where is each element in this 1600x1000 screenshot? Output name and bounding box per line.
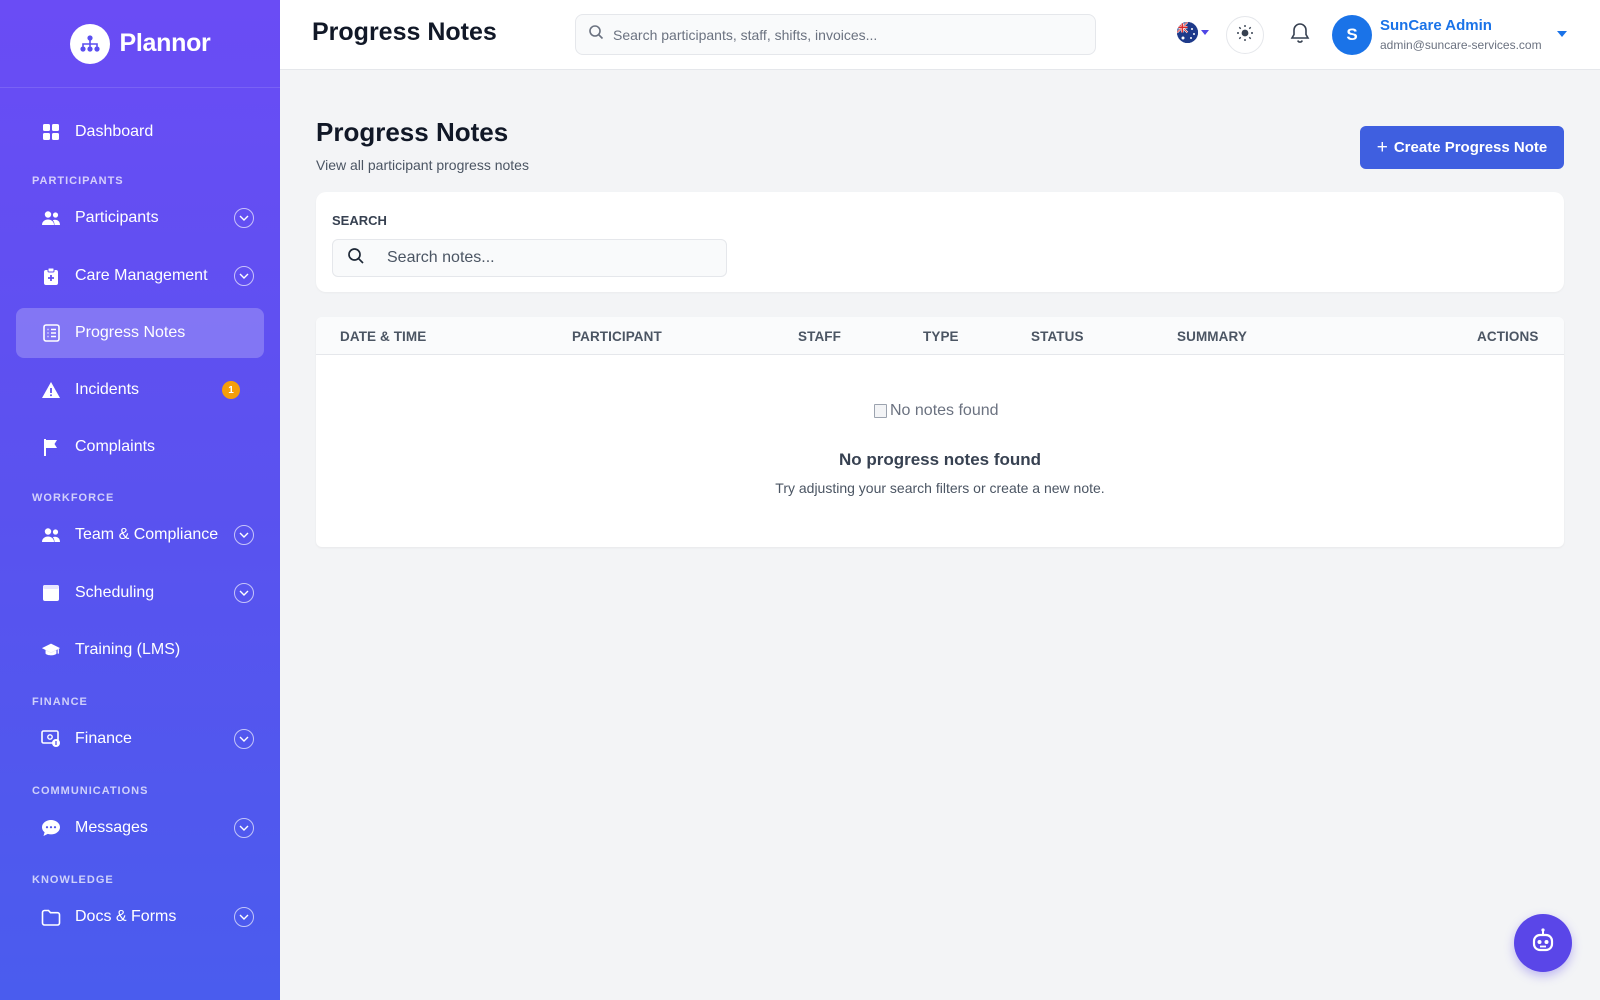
progress-notes-table: DATE & TIME PARTICIPANT STAFF TYPE STATU… bbox=[316, 317, 1564, 547]
notes-search-box[interactable] bbox=[332, 239, 727, 277]
create-progress-note-button[interactable]: + Create Progress Note bbox=[1360, 126, 1564, 169]
org-chart-logo-icon bbox=[69, 23, 110, 64]
search-icon bbox=[347, 247, 365, 270]
robot-icon bbox=[1529, 927, 1557, 960]
assistant-bot-button[interactable] bbox=[1514, 914, 1572, 972]
sidebar-item-label: Finance bbox=[75, 730, 132, 747]
create-button-label: Create Progress Note bbox=[1393, 139, 1548, 156]
sidebar-item-team-compliance[interactable]: Team & Compliance bbox=[16, 510, 264, 560]
clipboard-care-icon bbox=[41, 266, 61, 286]
warning-triangle-icon bbox=[41, 380, 61, 400]
column-header-actions: ACTIONS bbox=[1477, 329, 1539, 344]
top-header: Progress Notes S SunCare Admin admin@sun… bbox=[280, 0, 1600, 70]
sidebar-item-label: Complaints bbox=[75, 438, 156, 455]
team-icon bbox=[41, 525, 61, 545]
notes-search-input[interactable] bbox=[387, 249, 707, 267]
chevron-down-icon[interactable] bbox=[234, 525, 254, 545]
sun-icon bbox=[1236, 24, 1254, 47]
sidebar-section-communications: COMMUNICATIONS bbox=[32, 785, 149, 797]
calendar-icon bbox=[41, 583, 61, 603]
chevron-down-icon[interactable] bbox=[234, 583, 254, 603]
language-selector[interactable] bbox=[1177, 22, 1209, 43]
table-header-row: DATE & TIME PARTICIPANT STAFF TYPE STATU… bbox=[316, 317, 1564, 355]
sidebar-item-label: Scheduling bbox=[75, 584, 155, 601]
broken-image-icon bbox=[874, 404, 887, 418]
sidebar-item-label: Participants bbox=[75, 209, 159, 226]
notes-list-icon bbox=[41, 323, 61, 343]
brand[interactable]: Plannor bbox=[0, 0, 280, 88]
header-title: Progress Notes bbox=[312, 18, 497, 46]
page-subtitle: View all participant progress notes bbox=[316, 157, 529, 173]
sidebar-nav: Dashboard PARTICIPANTS Participants Care… bbox=[0, 88, 280, 942]
sidebar-item-label: Docs & Forms bbox=[75, 908, 177, 925]
sidebar-item-care-management[interactable]: Care Management bbox=[16, 251, 264, 301]
user-avatar[interactable]: S bbox=[1332, 15, 1372, 55]
empty-image-alt-text: No notes found bbox=[890, 402, 999, 419]
global-search-box[interactable] bbox=[575, 14, 1096, 55]
sidebar: Plannor Dashboard PARTICIPANTS Participa… bbox=[0, 0, 280, 1000]
column-header-staff[interactable]: STAFF bbox=[798, 329, 841, 344]
sidebar-item-label: Messages bbox=[75, 819, 148, 836]
chevron-down-icon[interactable] bbox=[234, 208, 254, 228]
user-name[interactable]: SunCare Admin bbox=[1380, 17, 1492, 34]
search-filter-card: SEARCH bbox=[316, 192, 1564, 292]
dashboard-grid-icon bbox=[41, 122, 61, 142]
sidebar-item-docs-forms[interactable]: Docs & Forms bbox=[16, 892, 264, 942]
global-search-input[interactable] bbox=[613, 26, 1073, 43]
sidebar-item-scheduling[interactable]: Scheduling bbox=[16, 568, 264, 618]
chevron-down-icon[interactable] bbox=[234, 818, 254, 838]
sidebar-section-participants: PARTICIPANTS bbox=[32, 175, 124, 187]
empty-state-subtitle: Try adjusting your search filters or cre… bbox=[775, 480, 1105, 496]
page-title: Progress Notes bbox=[316, 117, 509, 147]
australia-flag-icon bbox=[1177, 22, 1198, 43]
chevron-down-icon[interactable] bbox=[234, 907, 254, 927]
user-email: admin@suncare-services.com bbox=[1380, 38, 1542, 52]
sidebar-item-training[interactable]: Training (LMS) bbox=[16, 625, 264, 675]
caret-down-icon bbox=[1201, 30, 1209, 35]
search-icon bbox=[588, 24, 604, 45]
brand-name: Plannor bbox=[119, 29, 211, 57]
chevron-down-icon[interactable] bbox=[234, 266, 254, 286]
sidebar-item-complaints[interactable]: Complaints bbox=[16, 422, 264, 472]
column-header-summary[interactable]: SUMMARY bbox=[1177, 329, 1247, 344]
flag-icon bbox=[41, 437, 61, 457]
user-menu-caret-icon[interactable] bbox=[1557, 31, 1567, 37]
search-label: SEARCH bbox=[332, 213, 387, 228]
sidebar-section-knowledge: KNOWLEDGE bbox=[32, 874, 114, 886]
column-header-type[interactable]: TYPE bbox=[923, 329, 959, 344]
empty-state-image: No notes found bbox=[874, 402, 999, 420]
sidebar-item-messages[interactable]: Messages bbox=[16, 803, 264, 853]
chat-bubble-icon bbox=[41, 818, 61, 838]
incidents-count-badge: 1 bbox=[222, 381, 240, 399]
sidebar-section-workforce: WORKFORCE bbox=[32, 492, 115, 504]
sidebar-item-label: Progress Notes bbox=[75, 324, 186, 341]
sidebar-item-participants[interactable]: Participants bbox=[16, 193, 264, 243]
sidebar-item-label: Care Management bbox=[75, 267, 208, 284]
sidebar-item-label: Dashboard bbox=[75, 123, 154, 140]
theme-toggle-button[interactable] bbox=[1226, 16, 1264, 54]
column-header-date-time[interactable]: DATE & TIME bbox=[340, 329, 426, 344]
sidebar-item-progress-notes[interactable]: Progress Notes bbox=[16, 308, 264, 358]
chevron-down-icon[interactable] bbox=[234, 729, 254, 749]
sidebar-item-label: Team & Compliance bbox=[75, 526, 219, 543]
graduation-cap-icon bbox=[41, 640, 61, 660]
sidebar-section-finance: FINANCE bbox=[32, 696, 88, 708]
column-header-status[interactable]: STATUS bbox=[1031, 329, 1084, 344]
bell-icon bbox=[1290, 22, 1310, 49]
users-icon bbox=[41, 208, 61, 228]
folder-icon bbox=[41, 907, 61, 927]
sidebar-item-finance[interactable]: Finance bbox=[16, 714, 264, 764]
sidebar-item-dashboard[interactable]: Dashboard bbox=[16, 107, 264, 157]
money-icon bbox=[41, 729, 61, 749]
column-header-participant[interactable]: PARTICIPANT bbox=[572, 329, 662, 344]
sidebar-item-incidents[interactable]: Incidents 1 bbox=[16, 365, 264, 415]
sidebar-item-label: Training (LMS) bbox=[75, 641, 181, 658]
notifications-button[interactable] bbox=[1287, 22, 1313, 48]
sidebar-item-label: Incidents bbox=[75, 381, 140, 398]
empty-state-title: No progress notes found bbox=[838, 450, 1042, 469]
plus-icon: + bbox=[1376, 137, 1388, 158]
